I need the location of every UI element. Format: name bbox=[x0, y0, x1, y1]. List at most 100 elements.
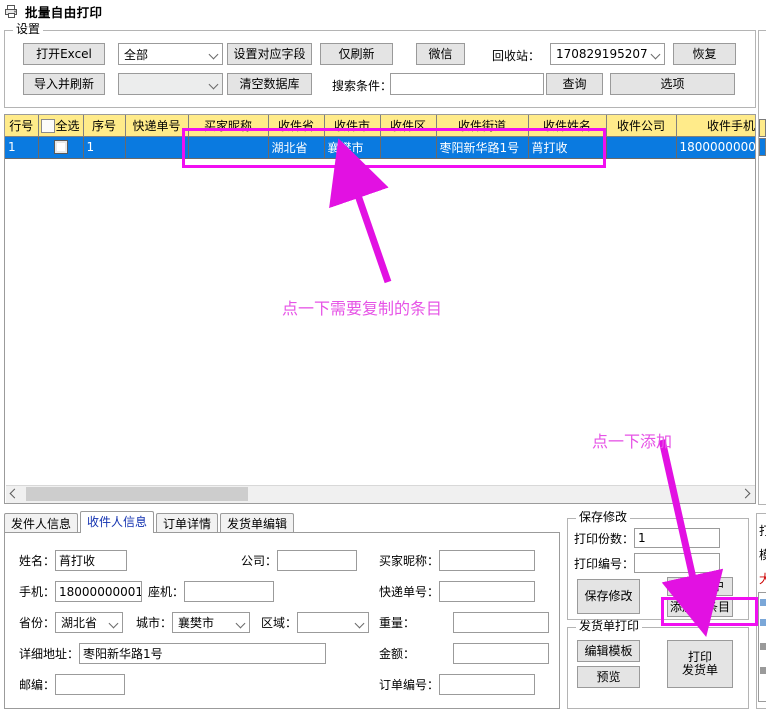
tab-1[interactable]: 收件人信息 bbox=[80, 511, 155, 533]
field-company: 公司： bbox=[241, 550, 358, 571]
search-label: 搜索条件： bbox=[332, 79, 393, 93]
window-title: 批量自由打印 bbox=[25, 4, 103, 20]
column-header-company[interactable]: 收件公司 bbox=[606, 115, 677, 137]
tab-2[interactable]: 订单详情 bbox=[156, 513, 219, 533]
copies-input[interactable]: 1 bbox=[634, 528, 721, 548]
settings-group: 设置 打开Excel 导入并刷新 全部 设置对应字段 清空数据库 仅刷新 微信 … bbox=[4, 23, 756, 108]
field-city: 城市： 襄樊市 bbox=[136, 612, 251, 633]
province-value: 湖北省 bbox=[61, 616, 98, 630]
buyer-label: 买家昵称： bbox=[379, 554, 440, 568]
restore-button[interactable]: 恢复 bbox=[673, 43, 736, 65]
cell-seq[interactable]: 1 bbox=[83, 136, 126, 159]
add-new-item-button[interactable]: 添加新条目 bbox=[667, 598, 733, 617]
delete-selected-button[interactable]: 删除选中 bbox=[667, 577, 733, 596]
scope-dropdown[interactable]: 全部 bbox=[118, 43, 223, 65]
order-input[interactable] bbox=[439, 674, 536, 695]
search-input[interactable] bbox=[390, 73, 544, 95]
right-edge-panel bbox=[758, 30, 766, 505]
cell-mobile[interactable]: 18000000001 bbox=[676, 136, 755, 159]
column-header-selall[interactable]: 全选 bbox=[38, 115, 84, 137]
landline-input[interactable] bbox=[184, 581, 275, 602]
column-header-name[interactable]: 收件姓名 bbox=[528, 115, 607, 137]
cell-company[interactable] bbox=[606, 136, 677, 159]
right-panel-list[interactable] bbox=[758, 592, 766, 702]
tab-3[interactable]: 发货单编辑 bbox=[220, 513, 295, 533]
field-district: 区域： bbox=[261, 612, 370, 633]
column-header-prov[interactable]: 收件省 bbox=[268, 115, 325, 137]
query-button[interactable]: 查询 bbox=[546, 73, 603, 95]
import-and-refresh-button[interactable]: 导入并刷新 bbox=[23, 73, 105, 95]
column-header-waybill[interactable]: 快递单号 bbox=[125, 115, 189, 137]
select-all-checkbox[interactable] bbox=[41, 119, 56, 134]
cell-buyer[interactable] bbox=[188, 136, 269, 159]
address-input[interactable]: 枣阳新华路1号 bbox=[79, 643, 327, 664]
field-order: 订单编号： bbox=[379, 674, 536, 695]
save-modify-button[interactable]: 保存修改 bbox=[577, 579, 640, 614]
waybill-input[interactable] bbox=[439, 581, 536, 602]
column-header-city[interactable]: 收件市 bbox=[324, 115, 381, 137]
district-dropdown[interactable] bbox=[297, 612, 370, 633]
company-label: 公司： bbox=[241, 554, 278, 568]
title-bar: 批量自由打印 bbox=[0, 0, 766, 22]
tab-0[interactable]: 发件人信息 bbox=[4, 513, 79, 533]
chevron-down-icon bbox=[108, 617, 120, 629]
zip-label: 邮编： bbox=[19, 678, 56, 692]
cell-dist[interactable] bbox=[380, 136, 437, 159]
scrollbar-thumb[interactable] bbox=[26, 486, 248, 501]
cell-waybill[interactable] bbox=[125, 136, 189, 159]
column-header-buyer[interactable]: 买家昵称 bbox=[188, 115, 269, 137]
refresh-only-button[interactable]: 仅刷新 bbox=[320, 43, 393, 65]
cell-rownum[interactable]: 1 bbox=[5, 136, 39, 159]
field-address: 详细地址： 枣阳新华路1号 bbox=[19, 643, 327, 664]
secondary-dropdown[interactable] bbox=[118, 73, 223, 95]
field-waybill: 快递单号： bbox=[379, 581, 536, 602]
city-dropdown[interactable]: 襄樊市 bbox=[172, 612, 251, 633]
name-input[interactable]: 莦打收 bbox=[55, 550, 128, 571]
wechat-button[interactable]: 微信 bbox=[416, 43, 465, 65]
zip-input[interactable] bbox=[55, 674, 126, 695]
field-copies: 打印份数： 1 bbox=[574, 528, 721, 548]
field-weight: 重量： bbox=[379, 612, 550, 633]
column-header-street[interactable]: 收件街道 bbox=[436, 115, 529, 137]
cell-street[interactable]: 枣阳新华路1号 bbox=[436, 136, 529, 159]
chevron-left-icon[interactable] bbox=[6, 485, 23, 503]
clear-database-button[interactable]: 清空数据库 bbox=[227, 73, 312, 95]
shipping-print-group-title: 发货单打印 bbox=[576, 620, 643, 633]
list-item-icon bbox=[760, 643, 766, 650]
cell-name[interactable]: 莦打收 bbox=[528, 136, 607, 159]
weight-input[interactable] bbox=[453, 612, 550, 633]
right-edge-print-panel: 打 模 大 bbox=[756, 513, 766, 709]
preview-button[interactable]: 预览 bbox=[577, 666, 640, 688]
column-header-rownum[interactable]: 行号 bbox=[5, 115, 39, 137]
horizontal-scrollbar[interactable] bbox=[6, 485, 755, 503]
row-select-checkbox[interactable] bbox=[53, 140, 68, 155]
tab-strip: 发件人信息 收件人信息 订单详情 发货单编辑 bbox=[4, 511, 295, 533]
cell-city[interactable]: 襄樊市 bbox=[324, 136, 381, 159]
scrollbar-track[interactable] bbox=[23, 485, 739, 503]
cell-prov[interactable]: 湖北省 bbox=[268, 136, 325, 159]
print-number-input[interactable] bbox=[634, 553, 721, 573]
recycle-bin-label: 回收站： bbox=[492, 49, 541, 63]
chevron-down-icon bbox=[235, 617, 247, 629]
open-excel-button[interactable]: 打开Excel bbox=[23, 43, 105, 65]
chevron-right-icon[interactable] bbox=[739, 485, 755, 503]
edit-template-button[interactable]: 编辑模板 bbox=[577, 640, 640, 662]
mobile-input[interactable]: 18000000001 bbox=[55, 581, 143, 602]
column-header-dist[interactable]: 收件区 bbox=[380, 115, 437, 137]
field-province: 省份： 湖北省 bbox=[19, 612, 124, 633]
chevron-down-icon bbox=[208, 78, 220, 90]
amount-input[interactable] bbox=[453, 643, 550, 664]
options-button[interactable]: 选项 bbox=[610, 73, 735, 95]
field-zip: 邮编： bbox=[19, 674, 126, 695]
print-shipping-note-button[interactable]: 打印 发货单 bbox=[667, 640, 733, 688]
column-header-mobile[interactable]: 收件手机 bbox=[676, 115, 755, 137]
buyer-input[interactable] bbox=[439, 550, 536, 571]
printer-icon bbox=[4, 4, 20, 19]
company-input[interactable] bbox=[277, 550, 358, 571]
column-header-seq[interactable]: 序号 bbox=[83, 115, 126, 137]
recycle-bin-dropdown[interactable]: 170829195207 bbox=[550, 43, 665, 65]
cell-selall[interactable] bbox=[38, 136, 84, 159]
table-row[interactable]: 1 1 湖北省 襄樊市 枣阳新华路1号 莦打收 18000000001 bbox=[5, 136, 755, 159]
set-field-mapping-button[interactable]: 设置对应字段 bbox=[227, 43, 312, 65]
province-dropdown[interactable]: 湖北省 bbox=[55, 612, 124, 633]
